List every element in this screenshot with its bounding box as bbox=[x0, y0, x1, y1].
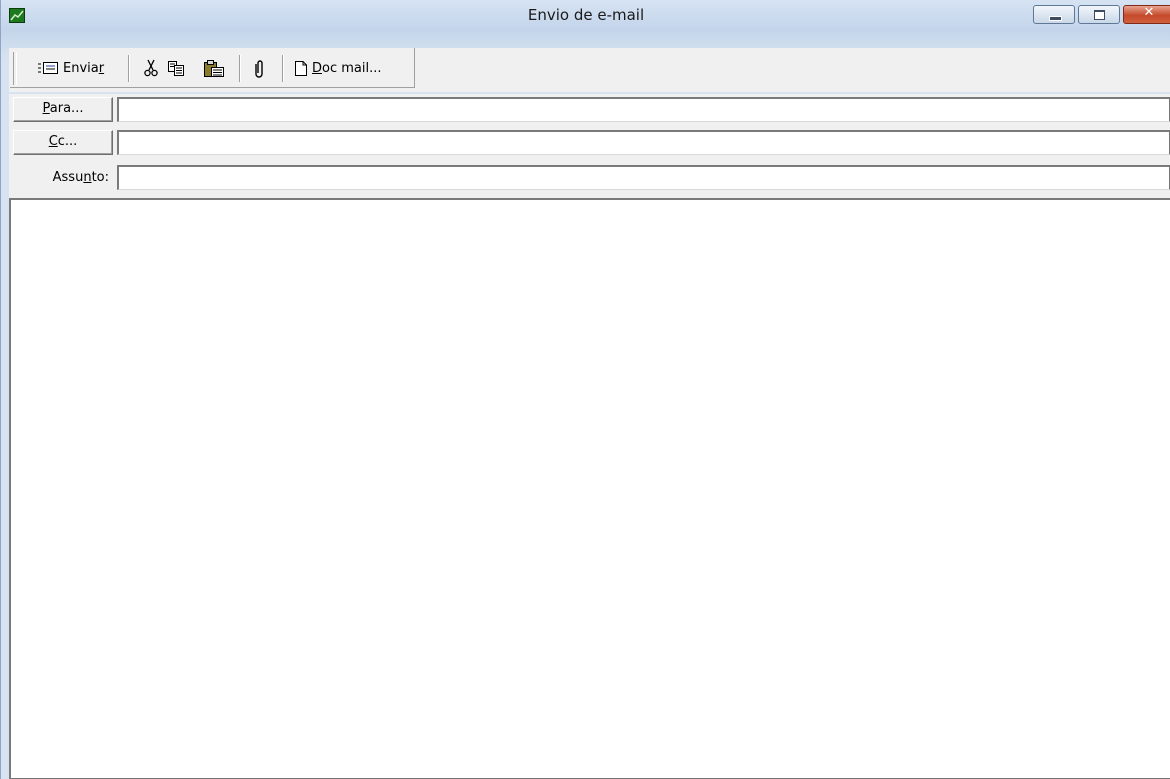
send-icon bbox=[38, 62, 58, 74]
subject-field[interactable] bbox=[117, 165, 1170, 190]
copy-button[interactable] bbox=[167, 53, 185, 83]
cut-button[interactable] bbox=[143, 53, 159, 83]
maximize-icon bbox=[1094, 10, 1105, 20]
subject-label: Assunto: bbox=[52, 170, 109, 185]
cc-field[interactable] bbox=[117, 130, 1170, 155]
message-body[interactable] bbox=[9, 198, 1170, 779]
attach-button[interactable] bbox=[254, 53, 266, 83]
doc-mail-button[interactable]: Doc mail... bbox=[294, 53, 382, 83]
send-label: Enviar bbox=[63, 60, 105, 76]
paperclip-icon bbox=[255, 59, 263, 78]
cc-button[interactable]: Cc... bbox=[13, 130, 113, 155]
copy-icon bbox=[168, 60, 184, 76]
window-title: Envio de e-mail bbox=[527, 6, 645, 24]
email-window: Envio de e-mail ✕ Enviar Doc mail... Par… bbox=[0, 0, 1170, 779]
minimize-icon bbox=[1049, 16, 1062, 21]
to-field[interactable] bbox=[117, 97, 1170, 122]
maximize-button[interactable] bbox=[1078, 5, 1120, 24]
document-icon bbox=[295, 60, 307, 76]
paste-icon bbox=[204, 59, 224, 77]
toolbar-separator bbox=[282, 55, 284, 82]
minimize-button[interactable] bbox=[1033, 5, 1075, 24]
close-button[interactable]: ✕ bbox=[1123, 5, 1170, 24]
toolbar-separator bbox=[239, 55, 241, 82]
paste-button[interactable] bbox=[203, 53, 225, 83]
doc-mail-label: Doc mail... bbox=[312, 60, 382, 76]
send-button[interactable]: Enviar bbox=[37, 53, 104, 83]
close-icon: ✕ bbox=[1143, 5, 1155, 20]
title-bar[interactable]: Envio de e-mail ✕ bbox=[1, 0, 1170, 31]
toolbar-separator bbox=[128, 55, 130, 82]
scissors-icon bbox=[144, 59, 158, 77]
to-button[interactable]: Para... bbox=[13, 97, 113, 122]
toolbar-grip[interactable] bbox=[13, 52, 17, 85]
